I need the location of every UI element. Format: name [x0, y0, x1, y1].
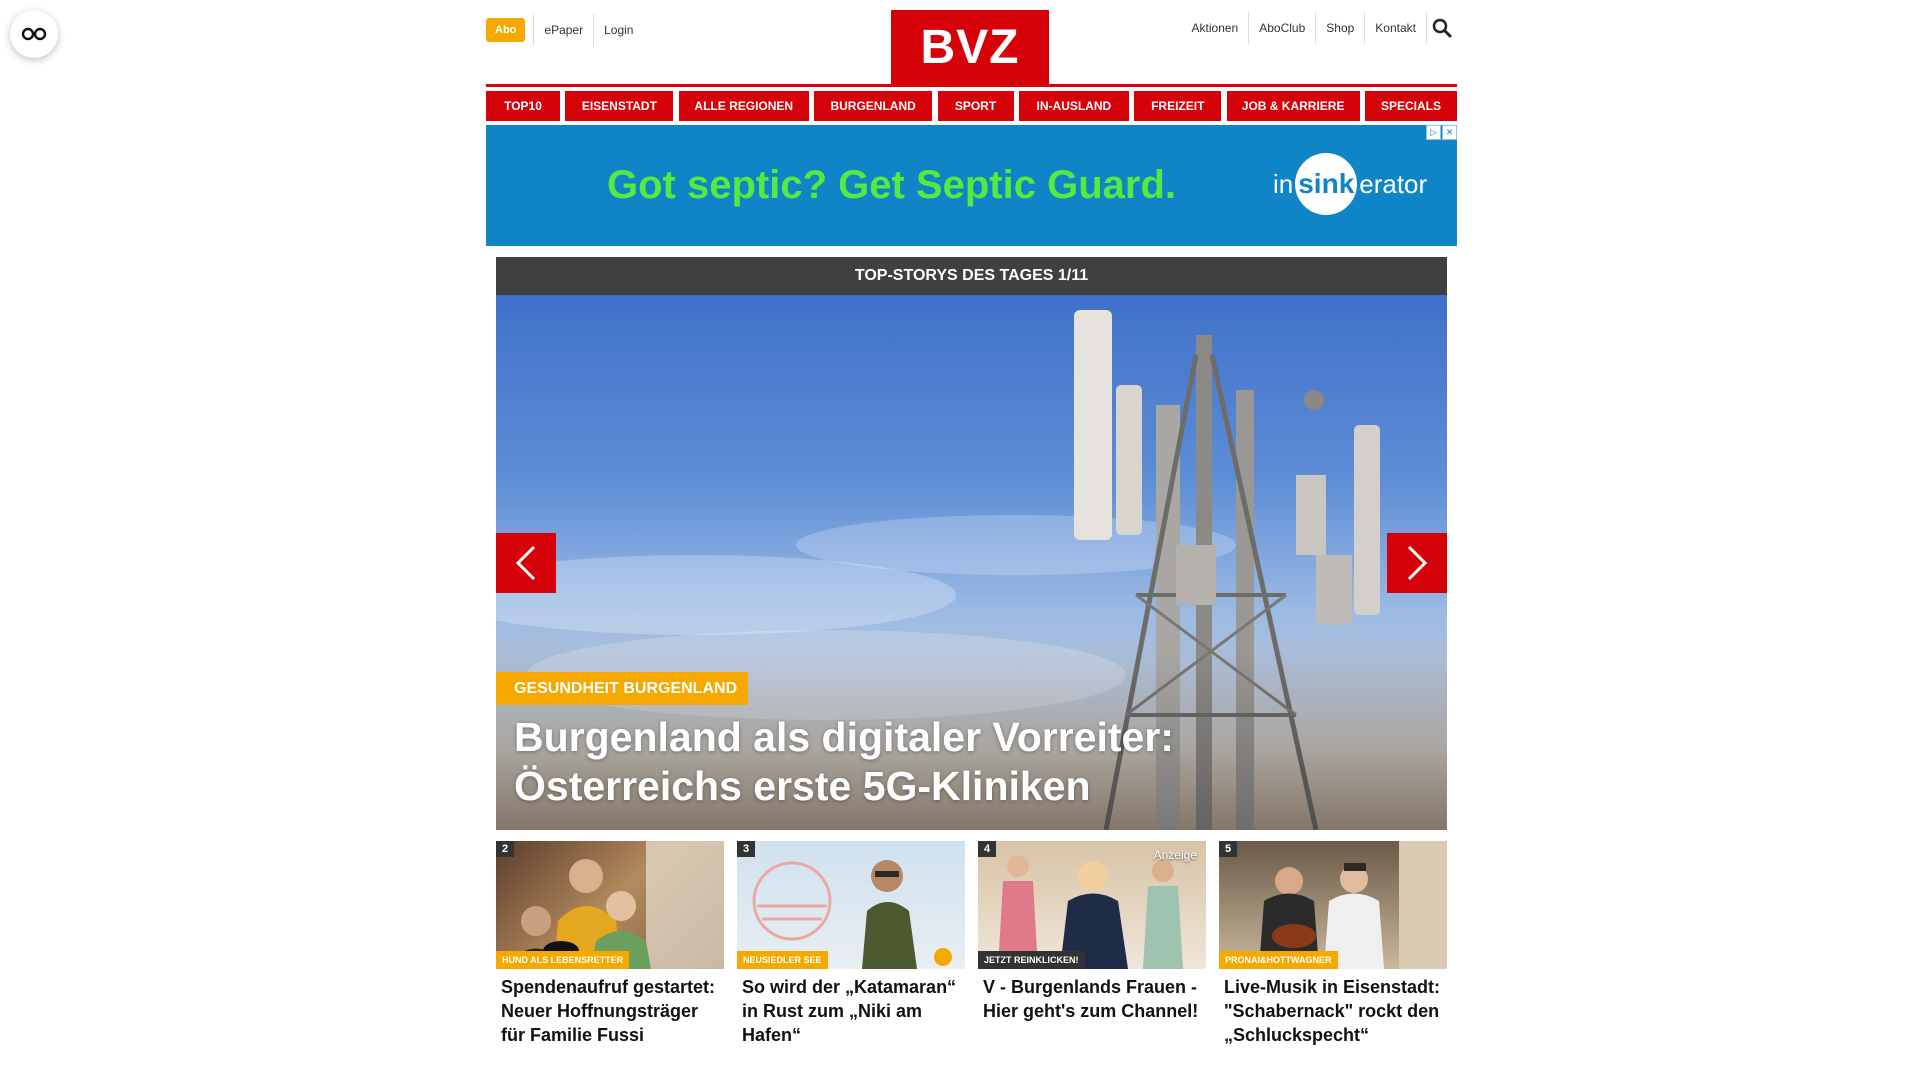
story-image-art — [511, 841, 724, 969]
story-card[interactable]: 4 Anzeige JETZT REINKLICKEN! V - Burgenl… — [978, 841, 1206, 1047]
story-card[interactable]: 5 PRONAI&HOTTWAGNER Live-Musik in Eisens… — [1219, 841, 1447, 1047]
story-tag: NEUSIEDLER SEE — [737, 951, 828, 969]
story-image-art — [1259, 841, 1447, 969]
story-card[interactable]: 2 HUND ALS LEBENSRETTER Spendenaufruf ge… — [496, 841, 724, 1047]
story-cards: 2 HUND ALS LEBENSRETTER Spendenaufruf ge… — [496, 841, 1447, 1047]
top-stories-header: TOP-STORYS DES TAGES 1/11 — [496, 257, 1447, 295]
story-image: 3 NEUSIEDLER SEE — [737, 841, 965, 969]
story-image: 2 HUND ALS LEBENSRETTER — [496, 841, 724, 969]
reader-mode-button[interactable] — [10, 10, 58, 58]
story-tag: PRONAI&HOTTWAGNER — [1219, 951, 1338, 969]
story-card[interactable]: 3 NEUSIEDLER SEE So wird der „Katamaran“… — [737, 841, 965, 1047]
hero-story[interactable]: GESUNDHEIT BURGENLAND Burgenland als dig… — [496, 295, 1447, 830]
reader-mode-icon — [21, 27, 47, 41]
story-title[interactable]: Live-Musik in Eisenstadt: "Schabernack" … — [1224, 975, 1442, 1047]
story-number: 3 — [737, 841, 756, 857]
hero-headline[interactable]: Burgenland als digitaler Vorreiter: Öste… — [514, 713, 1274, 811]
hero-category-tag[interactable]: GESUNDHEIT BURGENLAND — [496, 672, 749, 705]
carousel-prev-button[interactable] — [496, 533, 556, 593]
story-number: 2 — [496, 841, 515, 857]
story-title[interactable]: V - Burgenlands Frauen - Hier geht's zum… — [983, 975, 1201, 1023]
story-image: 4 Anzeige JETZT REINKLICKEN! — [978, 841, 1206, 969]
carousel-next-button[interactable] — [1387, 533, 1447, 593]
story-tag: HUND ALS LEBENSRETTER — [496, 951, 630, 969]
story-title[interactable]: So wird der „Katamaran“ in Rust zum „Nik… — [742, 975, 960, 1047]
story-image: 5 PRONAI&HOTTWAGNER — [1219, 841, 1447, 969]
story-number: 5 — [1219, 841, 1238, 857]
story-title[interactable]: Spendenaufruf gestartet: Neuer Hoffnungs… — [501, 975, 719, 1047]
story-image-art — [752, 860, 952, 969]
content-area: TOP-STORYS DES TAGES 1/11 GESUNDHEIT BUR… — [486, 0, 1457, 1080]
story-number: 4 — [978, 841, 997, 857]
story-tag: JETZT REINKLICKEN! — [978, 951, 1085, 969]
ad-label: Anzeige — [1153, 848, 1197, 862]
chevron-right-icon — [1407, 545, 1428, 581]
chevron-left-icon — [515, 545, 536, 581]
